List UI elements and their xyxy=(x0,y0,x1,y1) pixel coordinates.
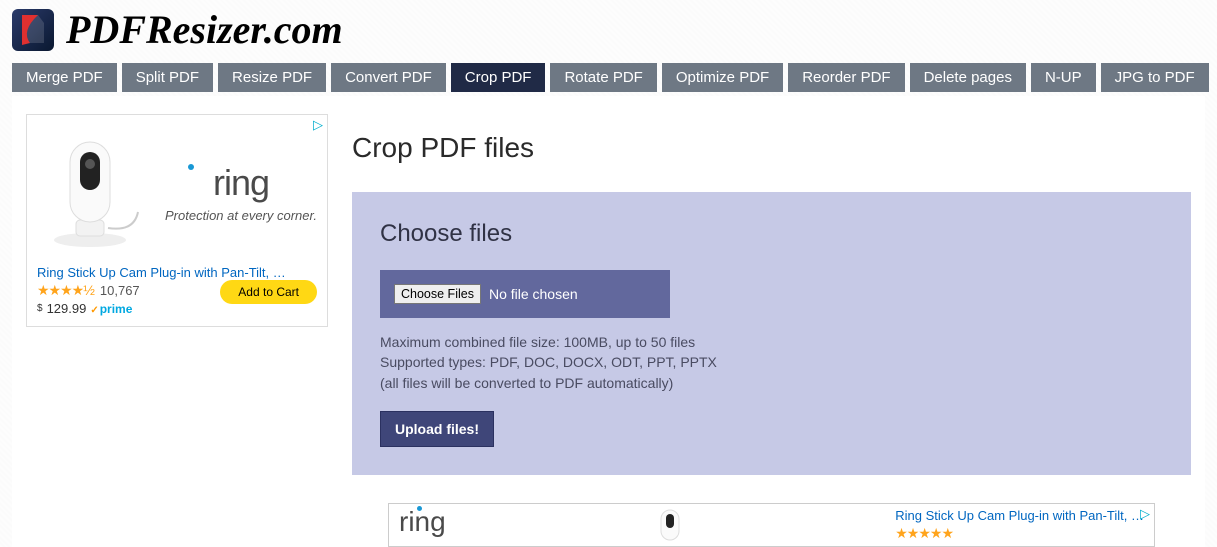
upload-files-button[interactable]: Upload files! xyxy=(380,411,494,447)
ad-product-title[interactable]: Ring Stick Up Cam Plug-in with Pan-Tilt,… xyxy=(37,265,317,280)
main-nav: Merge PDFSplit PDFResize PDFConvert PDFC… xyxy=(0,59,1217,96)
star-rating-icon: ★★★★½ xyxy=(37,282,94,299)
add-to-cart-button[interactable]: Add to Cart xyxy=(220,280,317,304)
ring-brand-text: ring xyxy=(399,506,446,537)
choose-files-heading: Choose files xyxy=(380,220,1163,248)
ring-dot-icon xyxy=(188,164,194,170)
currency: $ xyxy=(37,303,43,314)
page-title: Crop PDF files xyxy=(352,132,1191,164)
nav-item-reorder-pdf[interactable]: Reorder PDF xyxy=(788,63,904,92)
nav-item-optimize-pdf[interactable]: Optimize PDF xyxy=(662,63,783,92)
site-title: PDFResizer.com xyxy=(66,6,343,53)
nav-item-split-pdf[interactable]: Split PDF xyxy=(122,63,213,92)
nav-item-jpg-to-pdf[interactable]: JPG to PDF xyxy=(1101,63,1209,92)
ad-hero: ring Protection at every corner. xyxy=(27,115,327,261)
nav-item-delete-pages[interactable]: Delete pages xyxy=(910,63,1026,92)
hint-line-2: Supported types: PDF, DOC, DOCX, ODT, PP… xyxy=(380,352,1163,372)
bottom-ad-banner[interactable]: ▷ ring Ring Stick Up Cam Plug-in with Pa… xyxy=(388,503,1155,547)
nav-item-n-up[interactable]: N-UP xyxy=(1031,63,1096,92)
choose-files-panel: Choose files Choose Files No file chosen… xyxy=(352,192,1191,475)
nav-item-resize-pdf[interactable]: Resize PDF xyxy=(218,63,326,92)
hint-line-3: (all files will be converted to PDF auto… xyxy=(380,373,1163,393)
ad-details: Ring Stick Up Cam Plug-in with Pan-Tilt,… xyxy=(27,261,327,326)
nav-item-convert-pdf[interactable]: Convert PDF xyxy=(331,63,446,92)
site-header: PDFResizer.com xyxy=(0,0,1217,59)
adchoices-icon[interactable]: ▷ xyxy=(313,117,323,133)
nav-item-rotate-pdf[interactable]: Rotate PDF xyxy=(550,63,656,92)
file-chosen-status: No file chosen xyxy=(489,286,578,302)
upload-hints: Maximum combined file size: 100MB, up to… xyxy=(380,332,1163,393)
review-count[interactable]: 10,767 xyxy=(100,283,140,298)
ring-brand-text: ring xyxy=(213,162,269,203)
content-area: ▷ ring Protection at every corner. xyxy=(12,96,1205,547)
file-input-widget[interactable]: Choose Files No file chosen xyxy=(380,270,670,318)
product-image xyxy=(37,127,157,257)
main-column: Crop PDF files Choose files Choose Files… xyxy=(352,114,1191,547)
sidebar-ad[interactable]: ▷ ring Protection at every corner. xyxy=(26,114,328,327)
nav-item-merge-pdf[interactable]: Merge PDF xyxy=(12,63,117,92)
price-value: 129.99 xyxy=(47,301,87,316)
star-rating-icon: ★★★★★ xyxy=(895,525,953,542)
product-image xyxy=(655,508,685,547)
pdf-logo-icon xyxy=(12,9,54,51)
hint-line-1: Maximum combined file size: 100MB, up to… xyxy=(380,332,1163,352)
ad-brand-block: ring Protection at every corner. xyxy=(165,162,317,223)
ad-product-title[interactable]: Ring Stick Up Cam Plug-in with Pan-Tilt,… xyxy=(895,508,1144,523)
prime-badge: prime xyxy=(90,302,132,316)
ad-tagline: Protection at every corner. xyxy=(165,208,317,223)
ring-logo: ring xyxy=(165,162,317,204)
choose-files-button[interactable]: Choose Files xyxy=(394,284,481,304)
ring-dot-icon xyxy=(417,506,422,511)
nav-item-crop-pdf[interactable]: Crop PDF xyxy=(451,63,546,92)
price: $ 129.99 prime xyxy=(37,301,140,316)
ring-logo: ring xyxy=(399,506,446,538)
adchoices-icon[interactable]: ▷ xyxy=(1140,506,1150,522)
